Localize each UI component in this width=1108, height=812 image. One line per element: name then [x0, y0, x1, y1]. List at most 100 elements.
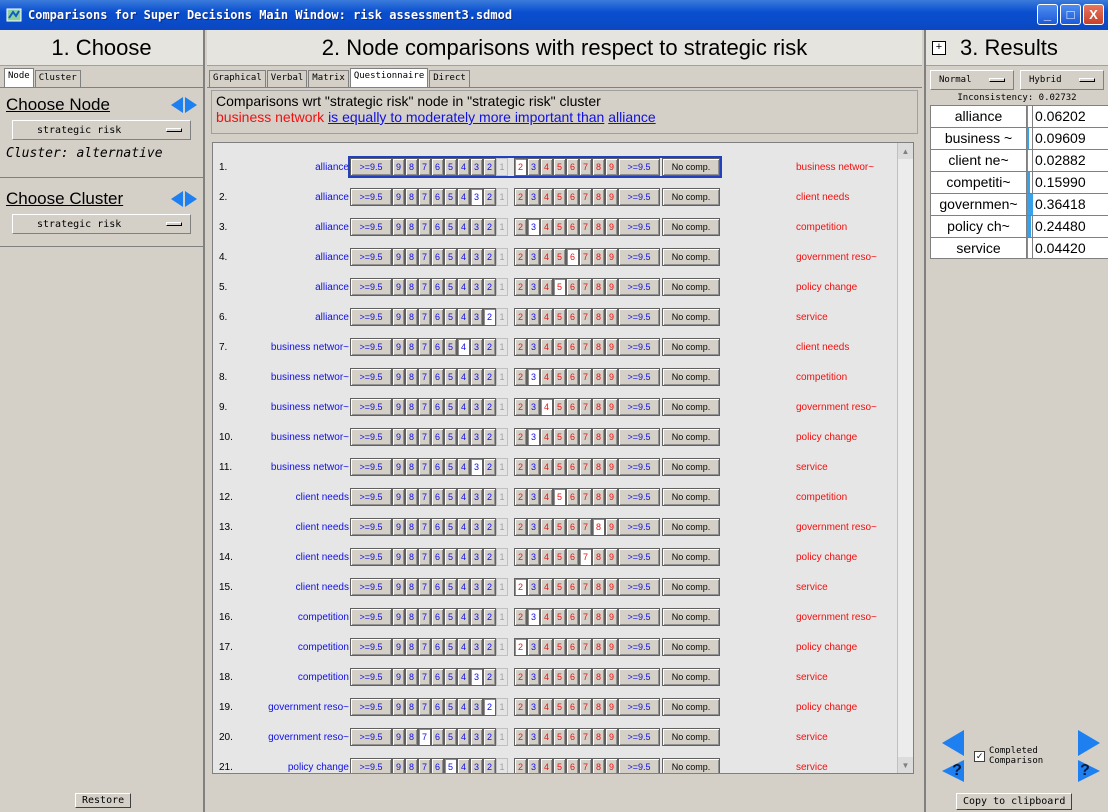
scale-left-cell[interactable]: 6 — [431, 758, 444, 773]
scale-right-cell[interactable]: 9 — [605, 218, 618, 236]
scale-equal-cell[interactable]: 1 — [496, 608, 508, 626]
scale-right-cell[interactable]: 7 — [579, 638, 592, 656]
scale-left-cell[interactable]: 4 — [457, 248, 470, 266]
scale-right-cell[interactable]: 4 — [540, 158, 553, 176]
scale-right-cell[interactable]: >=9.5 — [618, 578, 660, 596]
scale-right-cell[interactable]: >=9.5 — [618, 668, 660, 686]
scale-right-cell[interactable]: 9 — [605, 368, 618, 386]
scale-right-cell[interactable]: 7 — [579, 158, 592, 176]
scale-left-cell[interactable]: 2 — [483, 548, 496, 566]
scale-right-cell[interactable]: 7 — [579, 608, 592, 626]
no-comparison-button[interactable]: No comp. — [662, 548, 720, 566]
scale-right-cell[interactable]: 8 — [592, 578, 605, 596]
scale-right-cell[interactable]: 5 — [553, 668, 566, 686]
scale-left-cell[interactable]: 3 — [470, 488, 483, 506]
copy-to-clipboard-button[interactable]: Copy to clipboard — [956, 793, 1073, 810]
scale-right-cell[interactable]: 4 — [540, 518, 553, 536]
scale-left-cell[interactable]: >=9.5 — [350, 488, 392, 506]
scale-left-cell[interactable]: 3 — [470, 278, 483, 296]
scale-right-cell[interactable]: 6 — [566, 278, 579, 296]
scale-right-cell[interactable]: 2 — [514, 668, 527, 686]
scale-right-cell[interactable]: 9 — [605, 758, 618, 773]
scale-right-cell[interactable]: 7 — [579, 308, 592, 326]
no-comparison-button[interactable]: No comp. — [662, 218, 720, 236]
scale-left-cell[interactable]: >=9.5 — [350, 368, 392, 386]
scale-right-cell[interactable]: 2 — [514, 608, 527, 626]
prev-help-icon[interactable]: ? — [942, 760, 964, 782]
scale-left-cell[interactable]: 4 — [457, 668, 470, 686]
scale-left-cell[interactable]: 8 — [405, 458, 418, 476]
scale-right-cell[interactable]: 3 — [527, 428, 540, 446]
scale-left-cell[interactable]: 8 — [405, 398, 418, 416]
scale-right-cell[interactable]: 7 — [579, 398, 592, 416]
scale-left-cell[interactable]: >=9.5 — [350, 278, 392, 296]
scale-left-cell[interactable]: 5 — [444, 578, 457, 596]
scale-left-cell[interactable]: 9 — [392, 488, 405, 506]
scale-right-cell[interactable]: 6 — [566, 698, 579, 716]
tab-cluster[interactable]: Cluster — [34, 70, 81, 87]
vertical-scrollbar[interactable]: ▲ ▼ — [897, 143, 913, 773]
scale-right-cell[interactable]: 3 — [527, 458, 540, 476]
scale-left-cell[interactable]: 3 — [470, 728, 483, 746]
scale-right-cell[interactable]: 6 — [566, 458, 579, 476]
scale-right-cell[interactable]: 8 — [592, 158, 605, 176]
scale-left-cell[interactable]: 5 — [444, 698, 457, 716]
scale-left-cell[interactable]: 4 — [457, 458, 470, 476]
scale-left-cell[interactable]: 4 — [457, 608, 470, 626]
scale-left-cell[interactable]: 4 — [457, 578, 470, 596]
scale-left-cell[interactable]: >=9.5 — [350, 158, 392, 176]
scale-left-cell[interactable]: 3 — [470, 188, 483, 206]
scale-left-cell[interactable]: 6 — [431, 308, 444, 326]
no-comparison-button[interactable]: No comp. — [662, 188, 720, 206]
scale-left-cell[interactable]: 6 — [431, 698, 444, 716]
no-comparison-button[interactable]: No comp. — [662, 518, 720, 536]
scale-right-cell[interactable]: >=9.5 — [618, 368, 660, 386]
scale-right-cell[interactable]: 2 — [514, 248, 527, 266]
scale-right-cell[interactable]: 4 — [540, 608, 553, 626]
scale-left-cell[interactable]: 4 — [457, 488, 470, 506]
scale-right-cell[interactable]: 5 — [553, 248, 566, 266]
scale-right-cell[interactable]: 8 — [592, 248, 605, 266]
scale-left-cell[interactable]: 2 — [483, 398, 496, 416]
scroll-up-icon[interactable]: ▲ — [898, 143, 913, 159]
scale-left-cell[interactable]: 2 — [483, 638, 496, 656]
scale-left-cell[interactable]: 9 — [392, 668, 405, 686]
scale-right-cell[interactable]: >=9.5 — [618, 698, 660, 716]
scale-right-cell[interactable]: 2 — [514, 218, 527, 236]
scale-left-cell[interactable]: >=9.5 — [350, 668, 392, 686]
scale-right-cell[interactable]: >=9.5 — [618, 428, 660, 446]
close-button[interactable]: X — [1083, 4, 1104, 25]
scale-left-cell[interactable]: 3 — [470, 428, 483, 446]
scale-right-cell[interactable]: 5 — [553, 518, 566, 536]
scale-left-cell[interactable]: 3 — [470, 218, 483, 236]
scale-right-cell[interactable]: 9 — [605, 278, 618, 296]
scale-right-cell[interactable]: 4 — [540, 638, 553, 656]
scale-left-cell[interactable]: 2 — [483, 488, 496, 506]
scale-left-cell[interactable]: 8 — [405, 428, 418, 446]
scale-right-cell[interactable]: 8 — [592, 758, 605, 773]
scale-right-cell[interactable]: 7 — [579, 338, 592, 356]
scale-right-cell[interactable]: 7 — [579, 188, 592, 206]
scale-right-cell[interactable]: 2 — [514, 338, 527, 356]
next-help-icon[interactable]: ? — [1078, 760, 1100, 782]
scale-right-cell[interactable]: 8 — [592, 368, 605, 386]
scale-left-cell[interactable]: 3 — [470, 368, 483, 386]
scale-right-cell[interactable]: 4 — [540, 428, 553, 446]
scale-right-cell[interactable]: 4 — [540, 188, 553, 206]
scale-right-cell[interactable]: 8 — [592, 488, 605, 506]
scale-right-cell[interactable]: 6 — [566, 758, 579, 773]
scale-right-cell[interactable]: 8 — [592, 188, 605, 206]
scale-left-cell[interactable]: 9 — [392, 518, 405, 536]
scale-left-cell[interactable]: 9 — [392, 368, 405, 386]
scale-left-cell[interactable]: 6 — [431, 158, 444, 176]
scale-equal-cell[interactable]: 1 — [496, 548, 508, 566]
scale-right-cell[interactable]: >=9.5 — [618, 728, 660, 746]
scale-left-cell[interactable]: 5 — [444, 668, 457, 686]
scale-equal-cell[interactable]: 1 — [496, 758, 508, 773]
scale-left-cell[interactable]: 3 — [470, 698, 483, 716]
tab-direct[interactable]: Direct — [429, 70, 470, 87]
scale-right-cell[interactable]: 3 — [527, 158, 540, 176]
scale-right-cell[interactable]: 2 — [514, 428, 527, 446]
scale-left-cell[interactable]: 5 — [444, 278, 457, 296]
scale-left-cell[interactable]: 8 — [405, 368, 418, 386]
